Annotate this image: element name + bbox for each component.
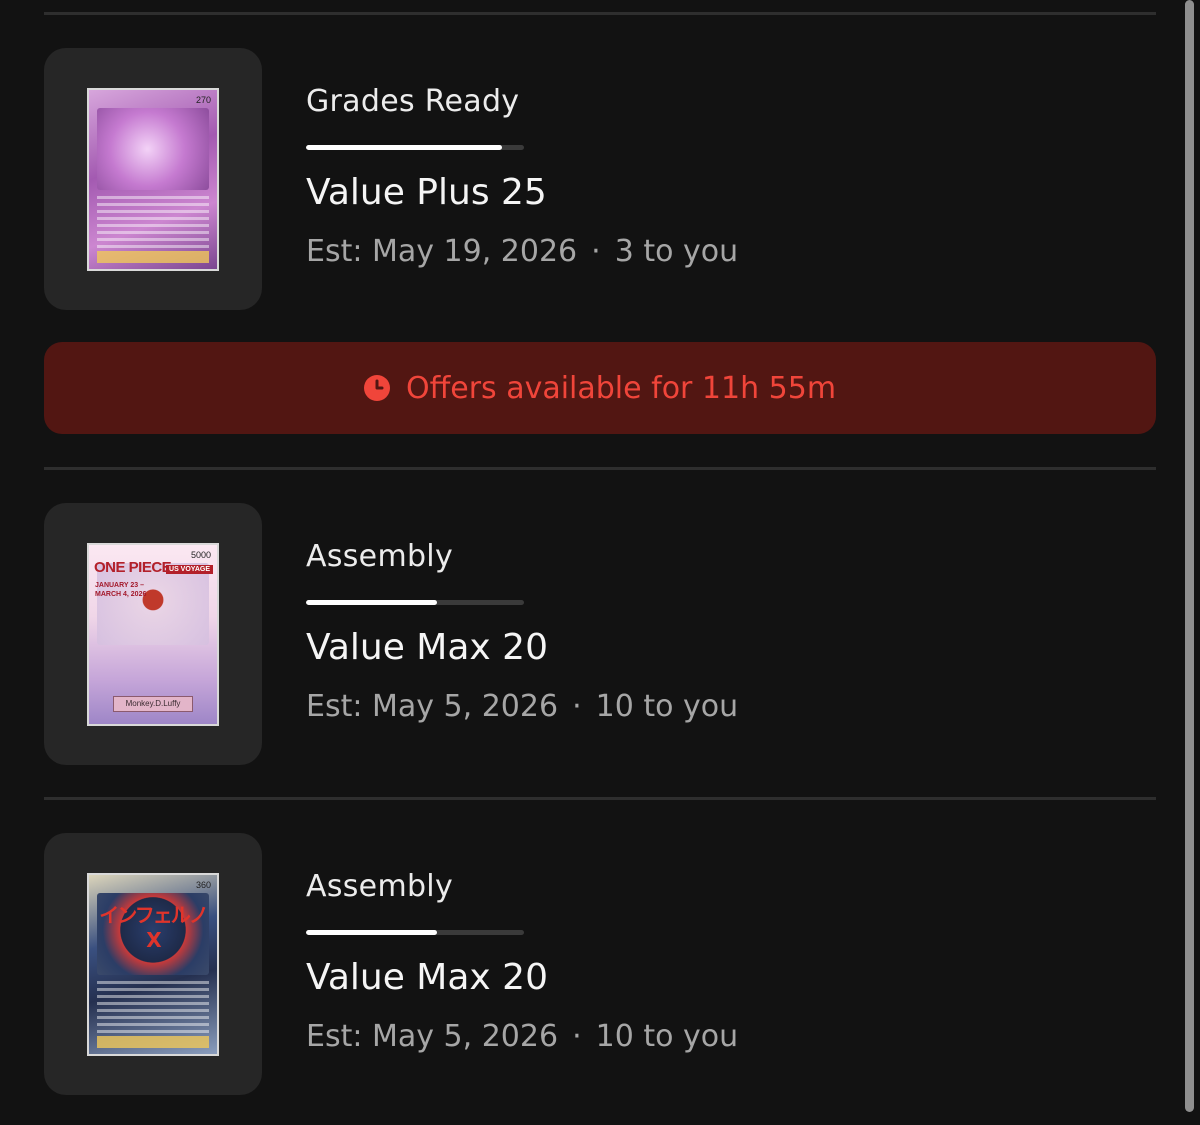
separator-dot: · [572,1019,582,1054]
order-status: Assembly [306,869,453,904]
card-thumbnail[interactable]: 5000 ONE PIECE US VOYAGE JANUARY 23 – MA… [44,503,262,765]
order-status: Grades Ready [306,84,520,119]
separator-dot: · [591,234,601,269]
estimated-date: Est: May 5, 2026 [306,1019,559,1054]
order-meta: Est: May 5, 2026 · 10 to you [306,1019,738,1054]
card-hp: 360 [195,880,211,890]
progress-fill [306,930,437,935]
progress-bar [306,145,524,150]
order-meta: Est: May 5, 2026 · 10 to you [306,689,738,724]
charizard-card-image: 360 インフェルノX [87,873,219,1056]
card-thumbnail[interactable]: 270 [44,48,262,310]
service-level: Value Plus 25 [306,172,547,213]
separator-dot: · [572,689,582,724]
divider [44,467,1156,470]
card-count: 3 to you [614,234,739,269]
progress-fill [306,600,437,605]
card-name: Monkey.D.Luffy [113,696,193,712]
offers-text: Offers available for 11h 55m [405,370,837,406]
scrollbar[interactable] [1185,0,1194,1112]
estimated-date: Est: May 5, 2026 [306,689,559,724]
orders-page: 270 Grades Ready Value Plus 25 Est: May … [0,0,1200,1125]
card-tag: US VOYAGE [166,565,213,574]
order-row-3[interactable]: 360 インフェルノX Assembly Value Max 20 Est: M… [44,833,1156,1095]
card-title: インフェルノX [99,903,208,952]
service-level: Value Max 20 [306,627,548,668]
order-status: Assembly [306,539,453,574]
service-level: Value Max 20 [306,957,548,998]
card-count: 10 to you [595,1019,739,1054]
offers-banner[interactable]: Offers available for 11h 55m [44,342,1156,434]
progress-fill [306,145,503,150]
order-row-1[interactable]: 270 Grades Ready Value Plus 25 Est: May … [44,48,1156,310]
divider [44,797,1156,800]
progress-bar [306,930,524,935]
divider [44,12,1156,15]
clock-icon [363,375,390,401]
progress-bar [306,600,524,605]
order-meta: Est: May 19, 2026 · 3 to you [306,234,738,269]
order-row-2[interactable]: 5000 ONE PIECE US VOYAGE JANUARY 23 – MA… [44,503,1156,765]
card-date: JANUARY 23 – MARCH 4, 2026 [95,582,147,598]
card-hp: 270 [195,95,211,105]
card-logo: ONE PIECE [94,559,172,576]
card-count: 10 to you [595,689,739,724]
card-thumbnail[interactable]: 360 インフェルノX [44,833,262,1095]
estimated-date: Est: May 19, 2026 [306,234,578,269]
one-piece-card-image: 5000 ONE PIECE US VOYAGE JANUARY 23 – MA… [87,543,219,726]
pokemon-card-image: 270 [87,88,219,271]
